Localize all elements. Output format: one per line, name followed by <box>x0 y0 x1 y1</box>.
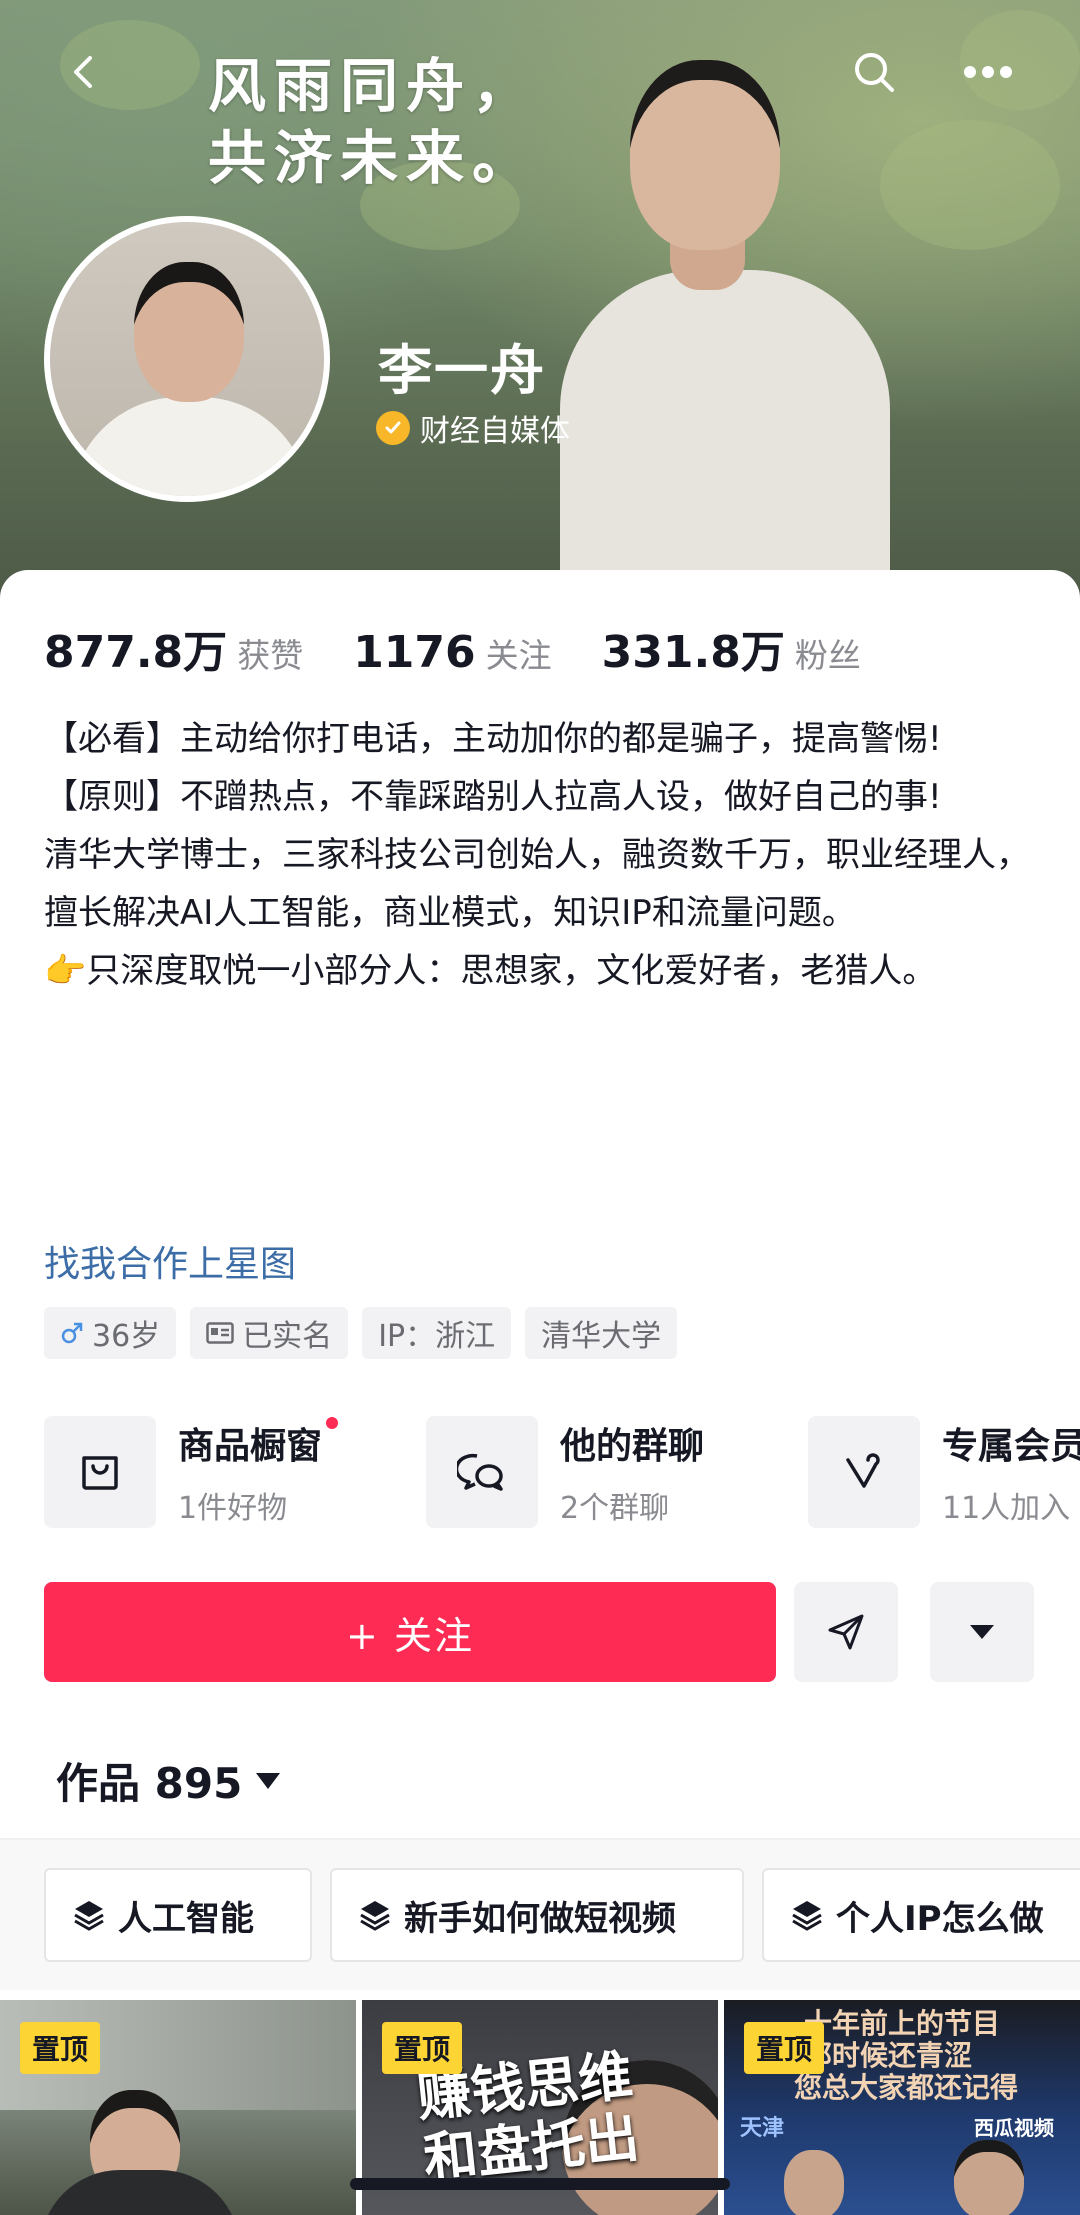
video-overlay-text: 您总大家都还记得 <box>794 2071 1019 2104</box>
avatar[interactable] <box>44 216 330 502</box>
category-label: 人工智能 <box>118 1898 254 1939</box>
layers-icon <box>792 1901 822 1931</box>
layers-icon <box>74 1901 104 1931</box>
bio-line: 【原则】不蹭热点，不靠踩踏别人拉高人设，做好自己的事! <box>44 777 942 817</box>
category-label: 新手如何做短视频 <box>404 1898 676 1939</box>
membership-entry[interactable]: 专属会员 11人加入 <box>808 1416 1080 1528</box>
category-chip[interactable]: 个人IP怎么做 <box>762 1868 1080 1962</box>
profile-card: 877.8万 获赞 1176 关注 331.8万 粉丝 【必看】主动给你打电话，… <box>0 570 1080 2215</box>
school-label: 清华大学 <box>541 1319 662 1354</box>
video-thumbnail[interactable]: 置顶 <box>0 2000 356 2215</box>
search-icon <box>855 53 894 92</box>
likes-label[interactable]: 获赞 <box>237 629 303 677</box>
slogan-line-2: 共济未来。 <box>208 124 539 192</box>
shop-window-title: 商品橱窗 <box>178 1426 323 1467</box>
notification-dot <box>326 1417 339 1429</box>
chat-bubbles-icon <box>426 1416 538 1528</box>
school-tag[interactable]: 清华大学 <box>525 1307 678 1359</box>
v-badge-icon <box>808 1416 920 1528</box>
bio-line: 清华大学博士，三家科技公司创始人，融资数千万，职业经理人，擅长解决AI人工智能，… <box>44 835 1030 933</box>
layers-icon <box>360 1901 390 1931</box>
back-button[interactable] <box>52 40 116 104</box>
profile-banner: 风雨同舟， 共济未来。 李一舟 财经自媒体 <box>0 0 1080 600</box>
age-tag: 36岁 <box>44 1307 177 1359</box>
verification-label: 财经自媒体 <box>420 414 570 449</box>
works-label: 作品 895 <box>56 1759 243 1808</box>
following-count[interactable]: 1176 <box>353 627 475 678</box>
followers-count[interactable]: 331.8万 <box>602 616 785 680</box>
category-chip[interactable]: 新手如何做短视频 <box>330 1868 744 1962</box>
verification-badge: 财经自媒体 <box>376 406 570 450</box>
banner-portrait <box>560 40 890 600</box>
bio-line: 👉只深度取悦一小部分人：思想家，文化爱好者，老猎人。 <box>44 951 937 991</box>
followers-label[interactable]: 粉丝 <box>795 629 861 677</box>
category-chip[interactable]: 人工智能 <box>44 1868 312 1962</box>
shop-window-sub: 1件好物 <box>178 1491 288 1526</box>
follow-button[interactable]: + 关注 <box>44 1582 776 1682</box>
group-chat-entry[interactable]: 他的群聊 2个群聊 <box>426 1416 704 1528</box>
channel-logo: 天津 <box>740 2116 785 2141</box>
membership-title: 专属会员 <box>942 1426 1080 1467</box>
profile-name: 李一舟 <box>378 339 546 402</box>
video-thumbnail[interactable]: 十年前上的节目 那时候还青涩 您总大家都还记得 天津 西瓜视频 置顶 <box>724 2000 1080 2215</box>
works-tab[interactable]: 作品 895 <box>56 1750 281 1811</box>
ip-label: IP：浙江 <box>378 1319 496 1354</box>
realname-tag: 已实名 <box>190 1307 349 1359</box>
home-indicator[interactable] <box>350 2178 730 2190</box>
caret-down-icon <box>970 1625 994 1639</box>
shop-window-entry[interactable]: 商品橱窗 1件好物 <box>44 1416 339 1528</box>
banner-slogan: 风雨同舟， 共济未来。 <box>208 50 538 194</box>
bio-line: 【必看】主动给你打电话，主动加你的都是骗子，提高警惕! <box>44 719 942 759</box>
ip-tag: IP：浙江 <box>362 1307 512 1359</box>
cooperation-link[interactable]: 找我合作上星图 <box>44 1235 296 1287</box>
category-label: 个人IP怎么做 <box>836 1898 1044 1939</box>
slogan-line-1: 风雨同舟， <box>208 52 539 120</box>
pinned-badge: 置顶 <box>20 2022 101 2074</box>
pinned-badge: 置顶 <box>382 2022 463 2074</box>
share-button[interactable] <box>794 1582 898 1682</box>
send-icon <box>828 1614 864 1650</box>
more-horizontal-icon <box>964 66 1012 78</box>
search-button[interactable] <box>842 40 906 104</box>
more-button[interactable] <box>956 40 1020 104</box>
profile-tags: 36岁 已实名 IP：浙江 清华大学 <box>44 1307 691 1359</box>
group-chat-title: 他的群聊 <box>560 1426 705 1467</box>
foliage-decoration <box>880 120 1060 250</box>
category-chips: 人工智能 新手如何做短视频 个人IP怎么做 <box>0 1840 1080 1990</box>
watermark: 西瓜视频 <box>974 2116 1054 2140</box>
group-chat-sub: 2个群聊 <box>560 1491 670 1526</box>
following-label[interactable]: 关注 <box>486 629 552 677</box>
id-card-icon <box>206 1322 234 1344</box>
male-icon <box>61 1322 83 1344</box>
bio: 【必看】主动给你打电话，主动加你的都是骗子，提高警惕! 【原则】不蹭热点，不靠踩… <box>44 710 1044 1000</box>
shopping-bag-icon <box>44 1416 156 1528</box>
chevron-left-icon <box>74 56 92 88</box>
caret-down-icon <box>256 1772 281 1789</box>
realname-label: 已实名 <box>242 1319 333 1354</box>
likes-count[interactable]: 877.8万 <box>44 616 227 680</box>
verified-check-icon <box>376 411 410 445</box>
pinned-badge: 置顶 <box>744 2022 825 2074</box>
more-options-button[interactable] <box>930 1582 1034 1682</box>
stats-row: 877.8万 获赞 1176 关注 331.8万 粉丝 <box>44 616 911 680</box>
age-label: 36岁 <box>92 1319 161 1354</box>
membership-sub: 11人加入 <box>942 1491 1071 1526</box>
feature-entries: 商品橱窗 1件好物 他的群聊 2个群聊 专属会员 11人加入 <box>44 1416 1080 1536</box>
